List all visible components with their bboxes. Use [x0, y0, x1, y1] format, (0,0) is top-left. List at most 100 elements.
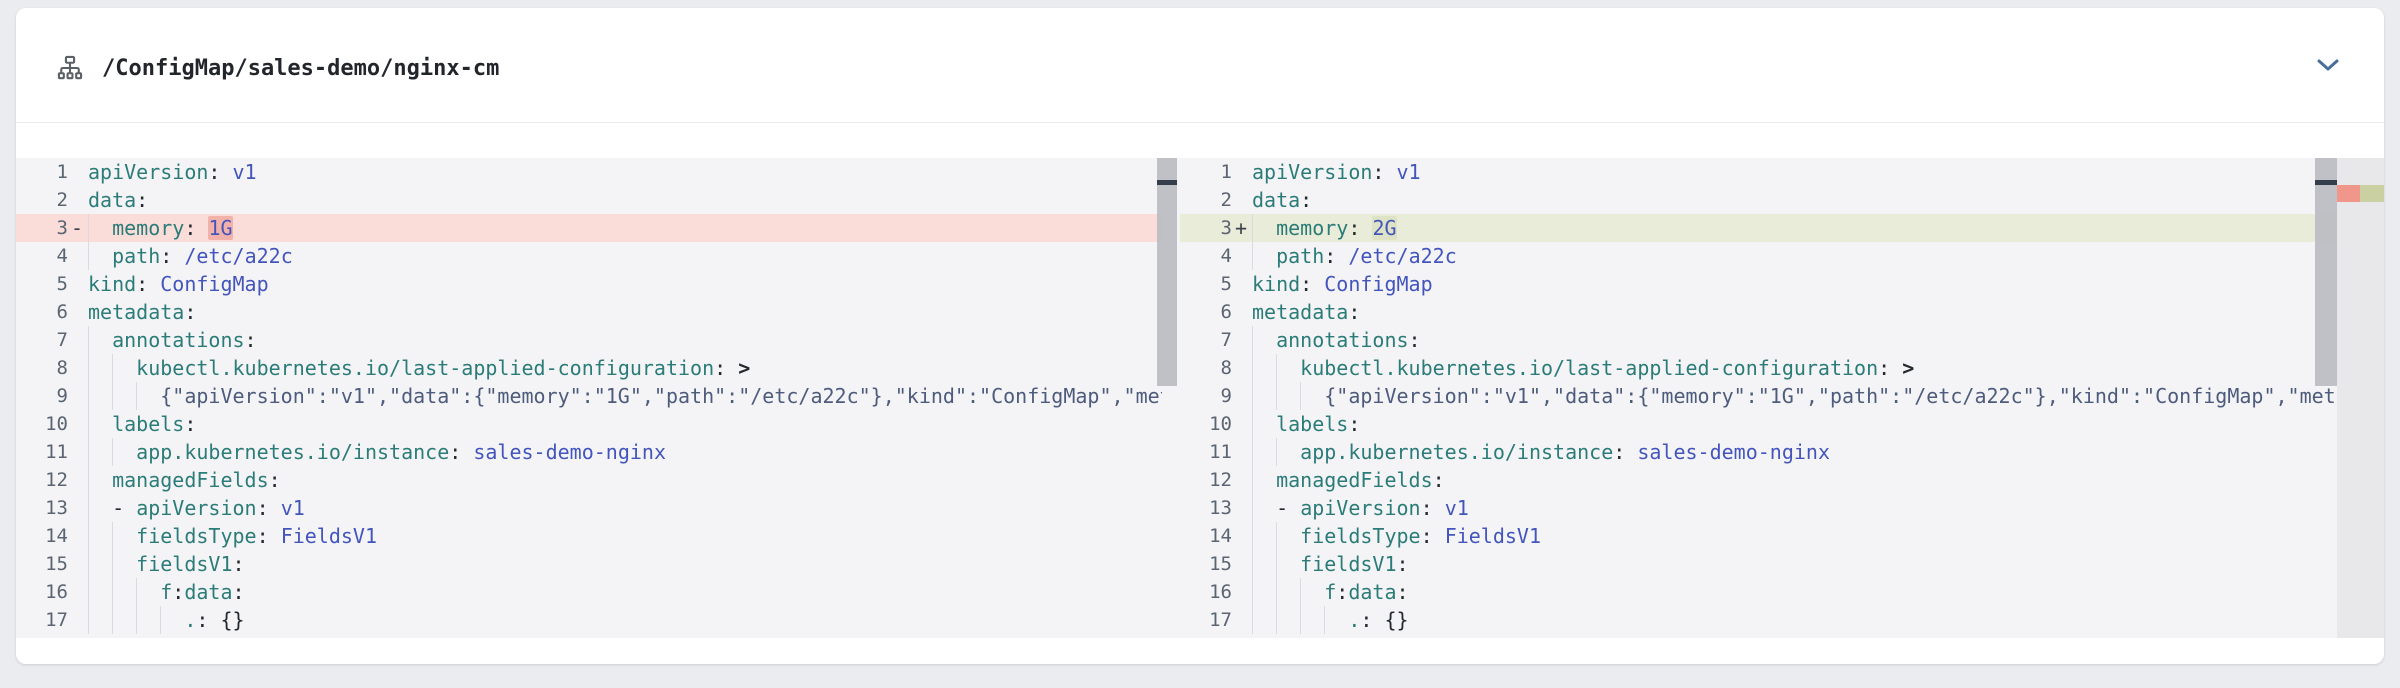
indent-guide — [88, 466, 89, 494]
indent-guide — [1252, 494, 1253, 522]
code-line: 4 path: /etc/a22c — [1180, 242, 2337, 270]
indent-guide — [1252, 326, 1253, 354]
code-text: apiVersion: v1 — [1252, 158, 2337, 186]
code-line: 14 fieldsType: FieldsV1 — [1180, 522, 2337, 550]
indent-guide — [1252, 382, 1253, 410]
code-line: 13 - apiVersion: v1 — [16, 494, 1162, 522]
code-text: kind: ConfigMap — [88, 270, 1162, 298]
right-pane-scrollbar-thumb[interactable] — [2315, 158, 2337, 386]
line-number: 11 — [16, 438, 68, 466]
left-pane-scrollbar-thumb[interactable] — [1157, 158, 1177, 386]
code-text: app.kubernetes.io/instance: sales-demo-n… — [88, 438, 1162, 466]
code-text: fieldsType: FieldsV1 — [1252, 522, 2337, 550]
code-text: annotations: — [88, 326, 1162, 354]
diff-editor: 1apiVersion: v12data:3- memory: 1G4 path… — [16, 158, 2384, 638]
code-line: 8 kubectl.kubernetes.io/last-applied-con… — [1180, 354, 2337, 382]
code-text: memory: 2G — [1252, 214, 2337, 242]
indent-guide — [1276, 522, 1277, 550]
indent-guide — [1276, 578, 1277, 606]
resource-path-title: /ConfigMap/sales-demo/nginx-cm — [102, 56, 499, 81]
code-line: 13 - apiVersion: v1 — [1180, 494, 2337, 522]
modified-pane: 1 apiVersion: v12data:3+ memory: 2G4 path… — [1180, 158, 2384, 638]
diff-sign — [68, 578, 86, 606]
indent-guide — [1300, 382, 1301, 410]
added-region-marker — [2360, 185, 2384, 202]
diff-sign — [68, 270, 86, 298]
code-line: 10 labels: — [1180, 410, 2337, 438]
code-line: 2data: — [1180, 186, 2337, 214]
code-text: labels: — [1252, 410, 2337, 438]
code-line: 14 fieldsType: FieldsV1 — [16, 522, 1162, 550]
indent-guide — [136, 606, 137, 634]
code-text: fieldsV1: — [1252, 550, 2337, 578]
line-number: 12 — [16, 466, 68, 494]
diff-sign — [1232, 242, 1250, 270]
indent-guide — [112, 550, 113, 578]
code-text: metadata: — [88, 298, 1162, 326]
code-text: data: — [1252, 186, 2337, 214]
code-text: kind: ConfigMap — [1252, 270, 2337, 298]
code-text: annotations: — [1252, 326, 2337, 354]
diff-header: /ConfigMap/sales-demo/nginx-cm — [16, 8, 2384, 122]
indent-guide — [112, 382, 113, 410]
indent-guide — [112, 522, 113, 550]
code-line: 3+ memory: 2G — [1180, 214, 2337, 242]
line-number: 8 — [16, 354, 68, 382]
indent-guide — [1276, 382, 1277, 410]
indent-guide — [88, 326, 89, 354]
code-line: 7 annotations: — [16, 326, 1162, 354]
code-text: fieldsType: FieldsV1 — [88, 522, 1162, 550]
diff-sign — [68, 298, 86, 326]
code-text: memory: 1G — [88, 214, 1162, 242]
diff-sign — [1232, 438, 1250, 466]
code-line: 16 f:data: — [1180, 578, 2337, 606]
diff-sign — [1232, 550, 1250, 578]
code-line: 5kind: ConfigMap — [16, 270, 1162, 298]
code-text: {"apiVersion":"v1","data":{"memory":"1G"… — [88, 382, 1162, 410]
diff-sign: - — [68, 214, 86, 242]
diff-sign — [1232, 298, 1250, 326]
line-number: 16 — [16, 578, 68, 606]
code-line: 9 {"apiVersion":"v1","data":{"memory":"1… — [16, 382, 1162, 410]
indent-guide — [88, 550, 89, 578]
collapse-button[interactable] — [2310, 47, 2346, 83]
code-text: apiVersion: v1 — [88, 158, 1162, 186]
diff-sign — [1232, 410, 1250, 438]
line-number: 16 — [1180, 578, 1232, 606]
line-number: 8 — [1180, 354, 1232, 382]
indent-guide — [88, 494, 89, 522]
line-number: 17 — [1180, 606, 1232, 634]
line-number: 5 — [1180, 270, 1232, 298]
indent-guide — [1300, 578, 1301, 606]
indent-guide — [1300, 606, 1301, 634]
indent-guide — [88, 354, 89, 382]
line-number: 10 — [1180, 410, 1232, 438]
line-number: 4 — [16, 242, 68, 270]
code-line: 7 annotations: — [1180, 326, 2337, 354]
diff-sign — [1232, 354, 1250, 382]
code-line: 17 .: {} — [1180, 606, 2337, 634]
diff-sign — [1232, 466, 1250, 494]
right-scrollbar-diff-mark — [2315, 180, 2337, 185]
indent-guide — [1252, 550, 1253, 578]
indent-guide — [88, 606, 89, 634]
code-text: labels: — [88, 410, 1162, 438]
code-text: data: — [88, 186, 1162, 214]
line-number: 15 — [16, 550, 68, 578]
indent-guide — [112, 578, 113, 606]
indent-guide — [112, 438, 113, 466]
diff-sign — [68, 242, 86, 270]
indent-guide — [88, 214, 89, 242]
line-number: 1 — [1180, 158, 1232, 186]
code-text: - apiVersion: v1 — [88, 494, 1162, 522]
code-line: 12 managedFields: — [1180, 466, 2337, 494]
indent-guide — [1252, 242, 1253, 270]
code-text: {"apiVersion":"v1","data":{"memory":"1G"… — [1252, 382, 2337, 410]
line-number: 10 — [16, 410, 68, 438]
diff-sign — [1232, 270, 1250, 298]
indent-guide — [1252, 466, 1253, 494]
diff-sign — [68, 382, 86, 410]
resource-hierarchy-icon — [56, 54, 84, 82]
indent-guide — [88, 522, 89, 550]
code-line: 5 kind: ConfigMap — [1180, 270, 2337, 298]
